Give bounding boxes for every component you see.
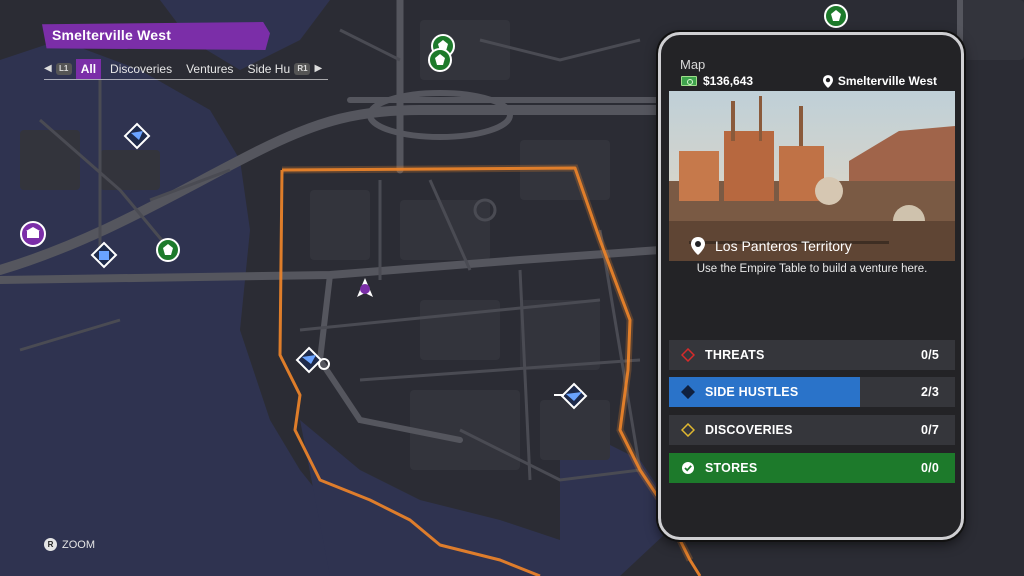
l1-button-glyph: L1 <box>55 62 72 75</box>
side-hustles-diamond-icon <box>681 385 695 399</box>
r1-button-glyph: R1 <box>294 62 311 75</box>
territory-photo <box>669 91 955 261</box>
filter-left-arrow-icon[interactable]: ◀ <box>44 63 52 74</box>
location-pin-icon <box>822 74 833 88</box>
side-hustles-count: 2/3 <box>921 385 939 399</box>
map-filter-bar: ◀ L1 All Discoveries Ventures Side Hustl… <box>44 58 329 80</box>
territory-description: Use the Empire Table to build a venture … <box>696 263 928 275</box>
stores-check-icon <box>682 462 694 474</box>
stores-count: 0/0 <box>921 461 939 475</box>
filter-tab-all[interactable]: All <box>75 58 102 79</box>
filter-tab-side-hustles[interactable]: Side Hustles <box>242 59 290 79</box>
discoveries-label: DISCOVERIES <box>705 423 793 437</box>
territory-pin-icon <box>691 237 705 255</box>
store-icon[interactable] <box>156 238 180 262</box>
discoveries-diamond-icon <box>681 423 695 437</box>
filter-tab-ventures[interactable]: Ventures <box>181 59 238 79</box>
territory-name-row: Los Panteros Territory <box>691 237 852 255</box>
location-name: Smelterville West <box>837 74 937 88</box>
threats-count: 0/5 <box>921 348 939 362</box>
side-hustles-row[interactable]: SIDE HUSTLES 2/3 <box>669 377 955 407</box>
threats-label: THREATS <box>705 348 765 362</box>
money-display: $136,643 <box>681 74 753 88</box>
zoom-label: ZOOM <box>62 538 95 551</box>
zoom-hint: R ZOOM <box>44 538 95 551</box>
panel-title: Map <box>680 57 706 72</box>
side-hustles-label: SIDE HUSTLES <box>705 385 799 399</box>
stores-row[interactable]: STORES 0/0 <box>669 453 955 483</box>
map-info-panel: Map $136,643 Smelterville West Los Pante… <box>658 32 964 540</box>
store-icon[interactable] <box>428 48 452 72</box>
cash-icon <box>681 76 697 86</box>
threats-row[interactable]: THREATS 0/5 <box>669 340 955 370</box>
threats-diamond-icon <box>681 348 695 362</box>
territory-name: Los Panteros Territory <box>715 238 852 254</box>
discoveries-row[interactable]: DISCOVERIES 0/7 <box>669 415 955 445</box>
store-icon[interactable] <box>824 4 848 28</box>
district-name: Smelterville West <box>42 22 270 50</box>
stores-label: STORES <box>705 461 758 475</box>
current-location: Smelterville West <box>822 74 937 88</box>
filter-right-arrow-icon[interactable]: ▶ <box>314 63 322 74</box>
money-amount: $136,643 <box>703 74 754 88</box>
venture-icon[interactable] <box>20 221 46 247</box>
filter-tab-discoveries[interactable]: Discoveries <box>105 59 177 79</box>
r-stick-button-glyph: R <box>44 538 57 551</box>
discoveries-count: 0/7 <box>921 423 939 437</box>
